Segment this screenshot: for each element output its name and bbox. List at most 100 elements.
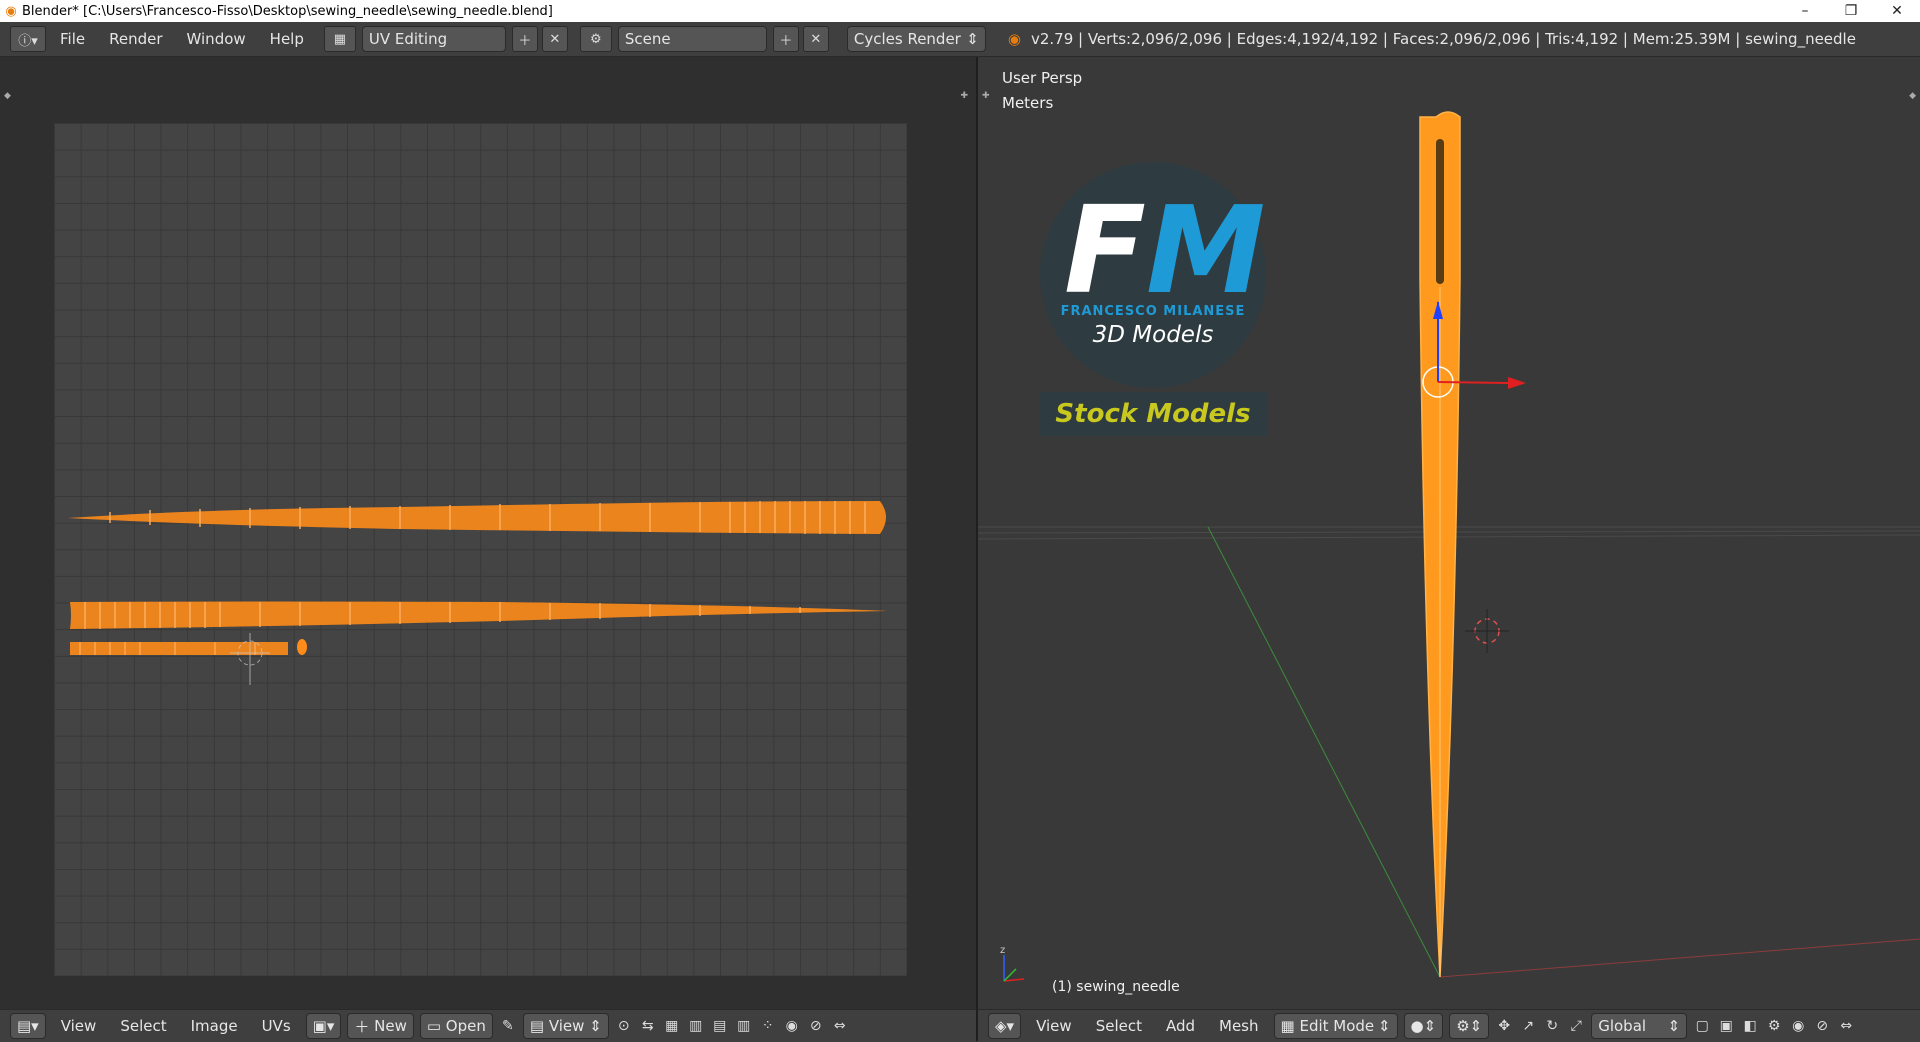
screen-layout-field[interactable]: UV Editing [361,26,506,52]
image-browse-button[interactable]: ▣▾ [305,1013,342,1039]
add-scene-button[interactable]: ＋ [772,26,799,52]
blender-logo-icon: ◉ [5,3,17,19]
face-select-icon[interactable]: ▤ [709,1015,731,1037]
vertex-select-mode-icon[interactable]: ▢ [1691,1015,1713,1037]
uv-menu-image[interactable]: Image [179,1017,250,1035]
remove-screen-button[interactable]: ✕ [541,26,568,52]
scene-field[interactable]: Scene [617,26,767,52]
open-image-label: Open [445,1017,486,1035]
folder-icon: ▭ [426,1017,446,1035]
proportional-edit-icon[interactable]: ◉ [1787,1015,1809,1037]
uv-view-label: View [548,1017,585,1035]
uv-menu-uvs[interactable]: UVs [250,1017,303,1035]
chevron-updown-icon: ⇕ [1377,1017,1391,1035]
uv-menu-view[interactable]: View [49,1017,109,1035]
3d-viewport[interactable]: ✚ ◆ User Persp Meters z FM FRANCESCO MIL… [978,57,1920,1009]
menu-file[interactable]: File [48,30,97,48]
info-header: ⓘ▾ File Render Window Help ▦ UV Editing … [0,22,1920,57]
y-axis-line [1207,526,1441,978]
proportional-edit-icon[interactable]: ◉ [781,1015,803,1037]
watermark-name: FRANCESCO MILANESE [1060,304,1246,319]
watermark-badge: Stock Models [1039,392,1267,436]
translate-manipulator-icon[interactable]: ↗ [1517,1015,1539,1037]
chevron-updown-icon: ⇕ [584,1017,602,1035]
sticky-mode-icon[interactable]: ⁘ [757,1015,779,1037]
menu-help[interactable]: Help [258,30,316,48]
pivot-icon[interactable]: ⊙ [613,1015,635,1037]
chevron-updown-icon: ⇕ [1667,1017,1681,1035]
occlude-geometry-icon[interactable]: ⚙ [1763,1015,1785,1037]
3d-view-icon: ◈▾ [995,1017,1015,1035]
edit-mode-icon: ▦ [1280,1017,1300,1035]
mode-dropdown[interactable]: ▦ Edit Mode ⇕ [1273,1013,1398,1039]
vertex-select-icon[interactable]: ▦ [661,1015,683,1037]
scene-label: Scene [624,30,671,48]
chevron-updown-icon: ⇕ [966,30,979,48]
image-editor-icon: ▤▾ [17,1017,39,1035]
uv-island-dot [297,639,307,655]
snap-element-icon[interactable]: ⇔ [1835,1015,1857,1037]
open-image-button[interactable]: ▭ Open [419,1013,493,1039]
axis-gizmo-icon: z [1000,945,1025,982]
uv-image-editor[interactable]: ◆ ✚ [0,57,976,1009]
vp-menu-select[interactable]: Select [1084,1017,1154,1035]
maximize-button[interactable]: ❐ [1828,0,1874,22]
x-axis-line [1439,938,1920,978]
blender-version-icon: ◉ [1007,30,1021,48]
vp-menu-view[interactable]: View [1024,1017,1084,1035]
3d-cursor [1465,609,1509,653]
screen-layout-label: UV Editing [368,30,448,48]
manipulator-toggle-icon[interactable]: ✥ [1493,1015,1515,1037]
active-object-label: (1) sewing_needle [1052,979,1180,995]
sync-selection-icon[interactable]: ⇆ [637,1015,659,1037]
uv-island-lower [70,601,888,629]
pivot-dropdown[interactable]: ⚙⇕ [1449,1013,1490,1039]
transform-orientation-dropdown[interactable]: Global ⇕ [1591,1013,1688,1039]
manipulator-x-arrow [1508,377,1526,389]
screen-layout-icon[interactable]: ▦ [323,26,356,52]
render-engine-dropdown[interactable]: Cycles Render ⇕ [846,26,986,52]
needle-eye [1436,139,1444,284]
uv-island-upper [68,501,886,534]
menu-window[interactable]: Window [175,30,258,48]
menu-render[interactable]: Render [97,30,174,48]
close-button[interactable]: ✕ [1874,0,1920,22]
new-image-label: New [374,1017,407,1035]
uv-islands[interactable] [0,57,976,1009]
orientation-label: Global [1598,1017,1647,1035]
scene-icon[interactable]: ⚙ [579,26,612,52]
scale-manipulator-icon[interactable]: ⤢ [1565,1015,1587,1037]
minimize-button[interactable]: – [1782,0,1828,22]
edge-select-icon[interactable]: ▥ [685,1015,707,1037]
mode-label: Edit Mode [1299,1017,1375,1035]
remove-scene-button[interactable]: ✕ [802,26,829,52]
vp-menu-add[interactable]: Add [1154,1017,1207,1035]
uv-editor-header: ▤▾ View Select Image UVs ▣▾ ＋ New ▭ Open… [0,1009,976,1042]
pivot-point-icon: ⚙⇕ [1456,1017,1483,1035]
rotate-manipulator-icon[interactable]: ↻ [1541,1015,1563,1037]
editor-type-uv-button[interactable]: ▤▾ [10,1013,46,1039]
face-select-mode-icon[interactable]: ◧ [1739,1015,1761,1037]
uv-menu-select[interactable]: Select [108,1017,178,1035]
view-mode-icon: ▤ [529,1017,549,1035]
watermark-subtitle: 3D Models [1092,322,1214,348]
watermark-fm: FM [1064,182,1266,321]
vp-menu-mesh[interactable]: Mesh [1207,1017,1271,1035]
window-titlebar: ◉ Blender* [C:\Users\Francesco-Fisso\Des… [0,0,1920,22]
edge-select-mode-icon[interactable]: ▣ [1715,1015,1737,1037]
island-select-icon[interactable]: ▥ [733,1015,755,1037]
snap-icon[interactable]: ⊘ [1811,1015,1833,1037]
render-engine-label: Cycles Render [853,30,961,48]
editor-type-info-icon[interactable]: ⓘ▾ [10,26,46,52]
new-image-button[interactable]: ＋ New [347,1013,414,1039]
editor-type-3d-button[interactable]: ◈▾ [988,1013,1022,1039]
3d-viewport-header: ◈▾ View Select Add Mesh ▦ Edit Mode ⇕ ●⇕ … [978,1009,1920,1042]
uv-2d-cursor [230,633,270,685]
window-title: Blender* [C:\Users\Francesco-Fisso\Deskt… [22,3,553,19]
snap-icon[interactable]: ⊘ [805,1015,827,1037]
pin-icon[interactable]: ✎ [497,1015,519,1037]
uv-view-mode-dropdown[interactable]: ▤ View ⇕ [522,1013,609,1039]
shading-dropdown[interactable]: ●⇕ [1403,1013,1444,1039]
add-screen-button[interactable]: ＋ [511,26,538,52]
snap-target-icon[interactable]: ⇔ [829,1015,851,1037]
